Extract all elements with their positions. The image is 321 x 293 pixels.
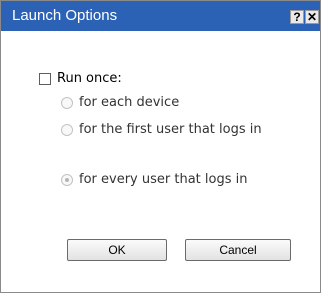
ok-button[interactable]: OK bbox=[67, 239, 167, 261]
run-once-label: Run once: bbox=[57, 71, 122, 86]
radio-selected-dot bbox=[65, 178, 69, 182]
help-button[interactable]: ? bbox=[290, 10, 304, 24]
radio-every-user[interactable] bbox=[61, 174, 73, 186]
label-every-user: for every user that logs in bbox=[79, 172, 248, 187]
radio-each-device[interactable] bbox=[61, 97, 73, 109]
title-bar[interactable]: Launch Options ? ✕ bbox=[1, 1, 320, 31]
label-each-device: for each device bbox=[79, 95, 180, 110]
label-first-user: for the first user that logs in bbox=[79, 122, 262, 137]
close-button[interactable]: ✕ bbox=[305, 10, 319, 24]
dialog-title: Launch Options bbox=[12, 7, 118, 24]
run-once-checkbox[interactable] bbox=[39, 73, 51, 85]
launch-options-dialog: Launch Options ? ✕ Run once: for each de… bbox=[0, 0, 321, 293]
cancel-button[interactable]: Cancel bbox=[185, 239, 291, 261]
radio-first-user[interactable] bbox=[61, 124, 73, 136]
